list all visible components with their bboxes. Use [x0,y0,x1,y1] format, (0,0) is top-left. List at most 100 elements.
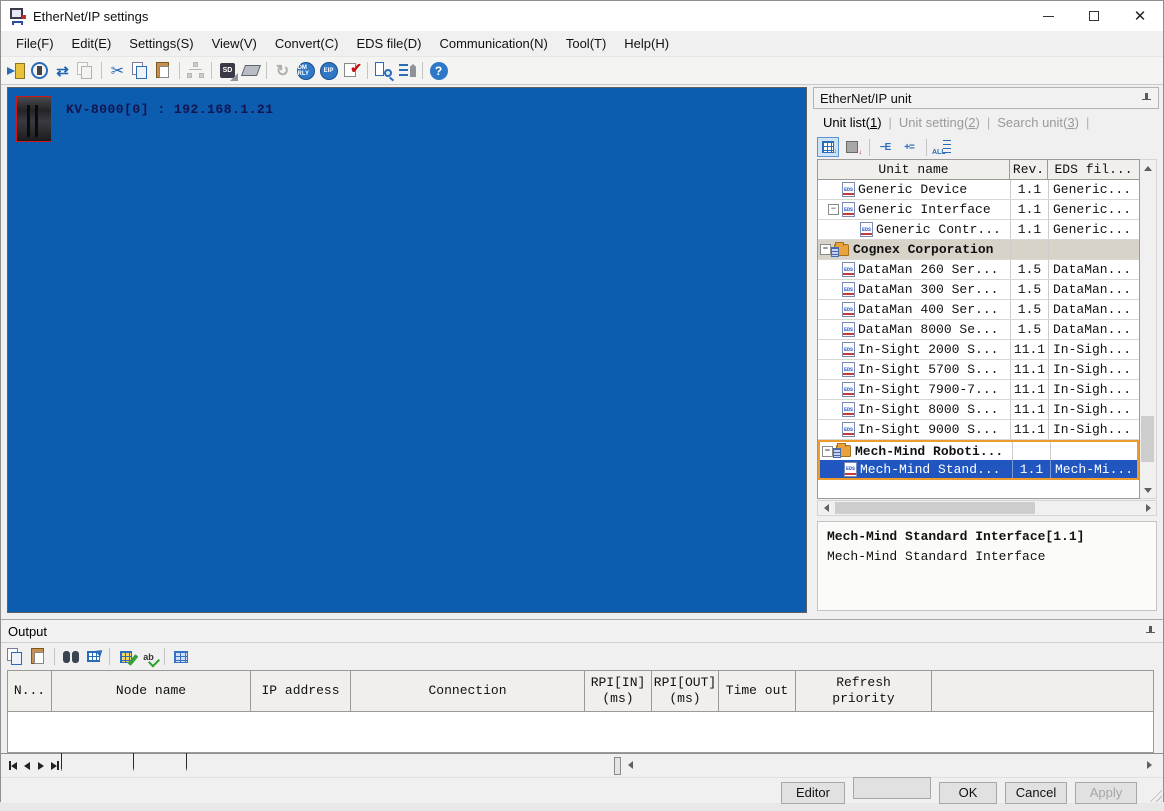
paste-icon[interactable] [153,60,174,81]
resize-grip[interactable] [1148,788,1162,802]
scroll-left-arrow[interactable] [818,501,834,515]
unit-row[interactable]: EDSDataMan 8000 Se...1.5DataMan... [818,320,1139,340]
cut-icon[interactable]: ✂ [107,60,128,81]
scroll-down-arrow[interactable] [1140,482,1155,498]
tab-search-unit-3[interactable]: Search unit(3) [993,111,1083,134]
unit-row[interactable]: EDSGeneric Contr...1.1Generic... [818,220,1139,240]
eds-file-icon: EDS [844,462,857,477]
copy-unit-settings-icon[interactable] [75,60,96,81]
unit-row[interactable]: EDSDataMan 300 Ser...1.5DataMan... [818,280,1139,300]
dm-relay-refresh-icon[interactable]: DM RLY [295,60,316,81]
output-column-header-time-out: Time out [719,671,796,711]
tabbar-horizontal-scrollbar[interactable] [623,757,1157,774]
copy-output-icon[interactable] [5,646,26,667]
verify-relay-settings-icon[interactable]: ✔ [341,60,362,81]
list-settings-icon[interactable] [396,60,417,81]
find-icon[interactable] [60,646,81,667]
tab-setup-list[interactable]: Setup list [186,754,272,775]
output-pin-icon[interactable] [1145,625,1156,637]
horizontal-scroll-thumb[interactable] [835,502,1035,514]
network-canvas[interactable]: KV-8000[0] : 192.168.1.21 [7,87,807,613]
jump-to-icon[interactable] [83,646,104,667]
unit-transfer-icon[interactable]: ⇄ [52,60,73,81]
unit-row[interactable]: EDSIn-Sight 2000 S...11.1In-Sigh... [818,340,1139,360]
menu-tool-t[interactable]: Tool(T) [557,33,615,54]
collapse-tree-icon[interactable]: −E [874,137,896,157]
unit-eds-file [1050,442,1137,460]
copy-icon[interactable] [130,60,151,81]
menu-convert-c[interactable]: Convert(C) [266,33,348,54]
refresh-disabled-icon[interactable]: ↻ [272,60,293,81]
display-order-gray-icon[interactable]: ↓ [841,137,863,157]
import-unit-icon[interactable] [6,60,27,81]
apply-button[interactable]: Apply [1075,782,1137,804]
unit-rev: 1.1 [1010,180,1048,199]
unit-row[interactable]: EDSGeneric Interface1.1Generic... [818,200,1139,220]
expand-tree-icon[interactable]: += [898,137,920,157]
expander-icon[interactable] [820,244,831,255]
menu-communication-n[interactable]: Communication(N) [430,33,556,54]
editor-button[interactable]: Editor [781,782,845,804]
close-button[interactable]: ✕ [1117,1,1163,31]
unit-row[interactable]: EDSMech-Mind Stand...1.1Mech-Mi... [818,460,1139,480]
tab-message[interactable]: Message [61,754,142,775]
next-tab-button[interactable] [34,758,48,774]
unit-group-row[interactable]: Mech-Mind Roboti... [818,440,1139,460]
blank-button[interactable] [853,777,931,799]
edit-cell-icon[interactable] [115,646,136,667]
expander-icon[interactable] [828,204,839,215]
output-table-body[interactable] [7,712,1154,753]
unit-row[interactable]: EDSIn-Sight 8000 S...11.1In-Sigh... [818,400,1139,420]
menu-edit-e[interactable]: Edit(E) [63,33,121,54]
eds-file-icon: EDS [842,262,855,277]
last-tab-button[interactable] [48,758,62,774]
scroll-up-arrow[interactable] [1140,160,1155,176]
plc-device-node[interactable]: KV-8000[0] : 192.168.1.21 [16,96,274,142]
unit-monitor-icon[interactable] [29,60,50,81]
unit-row[interactable]: EDSDataMan 400 Ser...1.5DataMan... [818,300,1139,320]
minimize-button[interactable] [1025,1,1071,31]
unit-list-vertical-scrollbar[interactable] [1140,159,1157,499]
unit-row[interactable]: EDSIn-Sight 7900-7...11.1In-Sigh... [818,380,1139,400]
clear-settings-icon[interactable] [240,60,261,81]
tab-unit-list-1[interactable]: Unit list(1) [819,111,886,134]
unit-row[interactable]: EDSIn-Sight 9000 S...11.1In-Sigh... [818,420,1139,440]
unit-row[interactable]: EDSGeneric Device1.1Generic... [818,180,1139,200]
unit-row[interactable]: EDSDataMan 260 Ser...1.5DataMan... [818,260,1139,280]
previous-tab-button[interactable] [20,758,34,774]
folder-icon [834,244,849,256]
output-column-header-ip-address: IP address [251,671,351,711]
cancel-button[interactable]: Cancel [1005,782,1067,804]
spell-check-icon[interactable]: ab [138,646,159,667]
help-icon[interactable]: ? [428,60,449,81]
ok-button[interactable]: OK [939,782,997,804]
tabbar-scroll-right-arrow[interactable] [1141,758,1157,772]
menu-settings-s[interactable]: Settings(S) [120,33,202,54]
scroll-right-arrow[interactable] [1140,501,1156,515]
network-configuration-icon[interactable] [185,60,206,81]
menu-help-h[interactable]: Help(H) [615,33,678,54]
tabbar-splitter[interactable] [614,757,621,775]
grid-view-icon[interactable] [170,646,191,667]
unit-name: In-Sight 7900-7... [858,382,998,397]
unit-row[interactable]: EDSIn-Sight 5700 S...11.1In-Sigh... [818,360,1139,380]
search-unit-list-icon[interactable] [373,60,394,81]
unit-group-row[interactable]: Cognex Corporation [818,240,1139,260]
maximize-button[interactable] [1071,1,1117,31]
menu-view-v[interactable]: View(V) [203,33,266,54]
vertical-scroll-thumb[interactable] [1141,416,1154,462]
first-tab-button[interactable] [6,758,20,774]
unit-list-horizontal-scrollbar[interactable] [817,500,1157,516]
expander-icon[interactable] [822,446,833,457]
menu-eds-file-d[interactable]: EDS file(D) [347,33,430,54]
tabbar-scroll-left-arrow[interactable] [623,758,639,772]
device-label: KV-8000[0] : 192.168.1.21 [66,102,274,117]
sd-card-settings-icon[interactable]: SD [217,60,238,81]
display-order-icon[interactable]: ↓ [817,137,839,157]
menu-file-f[interactable]: File(F) [7,33,63,54]
paste-output-icon[interactable] [28,646,49,667]
eip-refresh-icon[interactable]: EIP [318,60,339,81]
expand-all-icon[interactable]: ALL [931,137,953,157]
tab-unit-setting-2[interactable]: Unit setting(2) [895,111,984,134]
pin-icon[interactable] [1141,92,1152,104]
